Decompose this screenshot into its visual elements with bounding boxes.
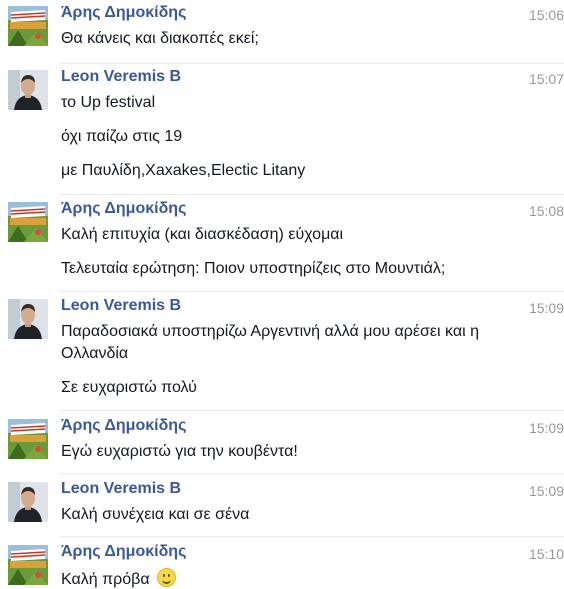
message-text-row: Καλή πρόβα <box>61 568 177 589</box>
message-text: όχι παίζω στις 19 <box>61 128 183 145</box>
avatar[interactable] <box>8 545 48 585</box>
avatar[interactable] <box>8 299 48 339</box>
person-photo-avatar-icon <box>8 70 48 110</box>
message-text: το Up festival <box>61 94 156 111</box>
message-text: Ολλανδία <box>61 345 129 362</box>
festival-flag-avatar-icon <box>8 545 48 585</box>
divider <box>60 291 564 292</box>
timestamp: 15:09 <box>528 300 564 316</box>
message-group: Leon Veremis B 15:07 το Up festival όχι … <box>0 64 564 194</box>
avatar[interactable] <box>8 6 48 46</box>
message-group: Leon Veremis B 15:09 Παραδοσιακά υποστηρ… <box>0 293 564 411</box>
message-text: με Παυλίδη,Xaxakes,Electic Litany <box>61 162 306 179</box>
sender-name[interactable]: Leon Veremis B <box>61 297 181 315</box>
sender-name[interactable]: Leon Veremis B <box>61 480 181 498</box>
message-group: Άρης Δημοκίδης 15:08 Καλή επιτυχία (και … <box>0 196 564 292</box>
avatar[interactable] <box>8 419 48 459</box>
festival-flag-avatar-icon <box>8 419 48 459</box>
festival-flag-avatar-icon <box>8 202 48 242</box>
message-text: Καλή συνέχεια και σε σένα <box>61 506 250 523</box>
avatar[interactable] <box>8 202 48 242</box>
sender-name[interactable]: Άρης Δημοκίδης <box>61 417 186 435</box>
message-group: Άρης Δημοκίδης 15:06 Θα κάνεις και διακο… <box>0 0 564 60</box>
message-group: Leon Veremis B 15:09 Καλή συνέχεια και σ… <box>0 476 564 536</box>
festival-flag-avatar-icon <box>8 6 48 46</box>
message-text: Τελευταία ερώτηση: Ποιον υποστηρίζεις στ… <box>61 260 446 277</box>
person-photo-avatar-icon <box>8 299 48 339</box>
smiley-icon <box>157 568 177 587</box>
timestamp: 15:06 <box>528 7 564 23</box>
message-text: Θα κάνεις και διακοπές εκεί; <box>61 30 259 47</box>
divider <box>60 536 564 537</box>
message-text: Εγώ ευχαριστώ για την κουβέντα! <box>61 443 298 460</box>
avatar[interactable] <box>8 482 48 522</box>
timestamp: 15:09 <box>528 483 564 499</box>
message-thread: Άρης Δημοκίδης 15:06 Θα κάνεις και διακο… <box>0 0 564 589</box>
message-text: Σε ευχαριστώ πολύ <box>61 379 197 396</box>
message-text: Καλή επιτυχία (και διασκέδαση) εύχομαι <box>61 226 344 243</box>
message-group: Άρης Δημοκίδης 15:09 Εγώ ευχαριστώ για τ… <box>0 413 564 473</box>
sender-name[interactable]: Άρης Δημοκίδης <box>61 543 186 561</box>
avatar[interactable] <box>8 70 48 110</box>
message-group: Άρης Δημοκίδης 15:10 Καλή πρόβα <box>0 539 564 589</box>
divider <box>60 410 564 411</box>
message-text: Παραδοσιακά υποστηρίζω Αργεντινή αλλά μο… <box>61 323 479 340</box>
sender-name[interactable]: Άρης Δημοκίδης <box>61 200 186 218</box>
sender-name[interactable]: Άρης Δημοκίδης <box>61 4 186 22</box>
timestamp: 15:08 <box>528 203 564 219</box>
timestamp: 15:09 <box>528 420 564 436</box>
message-text: Καλή πρόβα <box>61 571 150 588</box>
timestamp: 15:07 <box>528 71 564 87</box>
timestamp: 15:10 <box>528 546 564 562</box>
divider <box>60 194 564 195</box>
person-photo-avatar-icon <box>8 482 48 522</box>
sender-name[interactable]: Leon Veremis B <box>61 68 181 86</box>
divider <box>60 473 564 474</box>
